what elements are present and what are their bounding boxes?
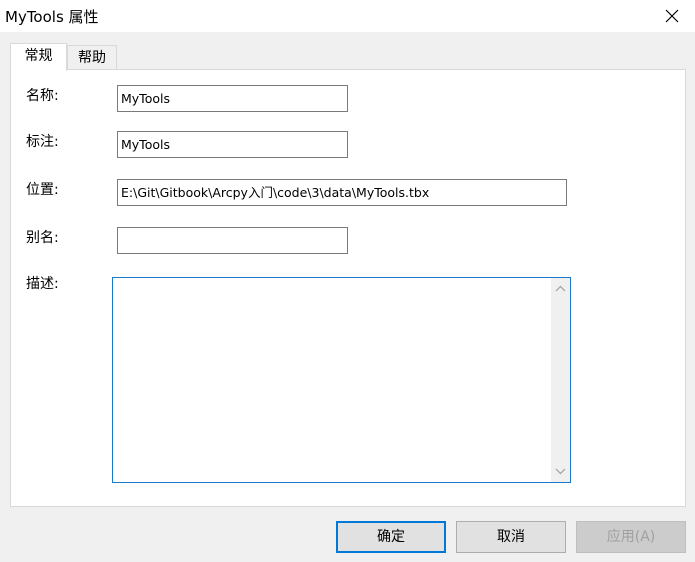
description-scrollbar[interactable] (551, 278, 570, 482)
tab-general[interactable]: 常规 (10, 43, 67, 71)
display-label-field[interactable]: MyTools (117, 131, 348, 158)
ok-button[interactable]: 确定 (336, 521, 446, 553)
chevron-down-icon (555, 468, 566, 475)
tab-help[interactable]: 帮助 (67, 45, 117, 70)
chevron-up-icon (555, 285, 566, 292)
tab-help-label: 帮助 (78, 50, 106, 66)
apply-button[interactable]: 应用(A) (576, 521, 686, 553)
location-field[interactable]: E:\Git\Gitbook\Arcpy入门\code\3\data\MyToo… (117, 179, 567, 206)
scroll-up-button[interactable] (551, 280, 570, 297)
scroll-down-button[interactable] (551, 463, 570, 480)
alias-label: 别名: (26, 230, 59, 246)
display-label-label: 标注: (26, 134, 59, 150)
name-label: 名称: (26, 88, 59, 104)
name-field[interactable]: MyTools (117, 85, 348, 112)
tab-general-label: 常规 (24, 48, 53, 64)
alias-field[interactable] (117, 227, 348, 254)
title-bar: MyTools 属性 (0, 0, 695, 32)
close-button[interactable] (649, 0, 695, 32)
window-title: MyTools 属性 (5, 8, 99, 26)
description-label: 描述: (26, 276, 59, 292)
description-textarea[interactable] (112, 277, 571, 483)
location-label: 位置: (26, 182, 59, 198)
close-icon (665, 9, 679, 23)
cancel-button[interactable]: 取消 (456, 521, 566, 553)
